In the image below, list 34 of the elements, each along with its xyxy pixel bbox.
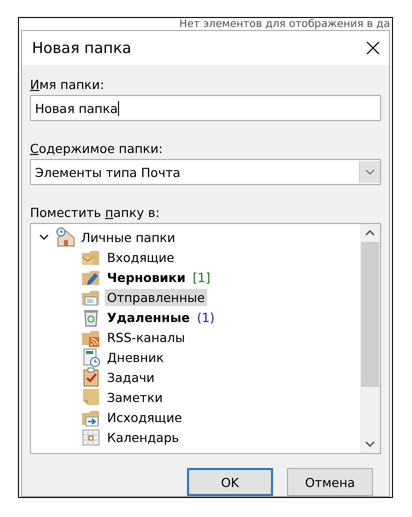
scrollbar[interactable] — [360, 224, 380, 453]
cancel-button[interactable]: Отмена — [287, 468, 373, 496]
folder-item[interactable]: Удаленные — [105, 308, 192, 326]
folder-item[interactable]: Личные папки — [79, 228, 178, 246]
calendar-icon — [81, 427, 101, 447]
folder-name-label: Имя папки: — [30, 77, 106, 92]
folder-item[interactable]: RSS-каналы — [105, 328, 187, 346]
clipboard-check-icon — [81, 367, 101, 387]
folder-item[interactable]: Исходящие — [105, 408, 184, 426]
close-button[interactable] — [365, 40, 381, 56]
folder-item[interactable]: Входящие — [105, 248, 176, 266]
location-label: Поместить папку в: — [30, 205, 161, 220]
chevron-down-icon — [365, 169, 375, 175]
background-text: Нет элементов для отображения в да — [179, 18, 391, 30]
folder-item[interactable]: Календарь — [105, 428, 181, 446]
ok-button[interactable]: OK — [187, 468, 273, 496]
note-icon — [81, 387, 101, 407]
unread-count: (1) — [196, 310, 215, 324]
folder-item[interactable]: Отправленные — [105, 288, 207, 306]
scroll-up-icon[interactable] — [365, 230, 375, 236]
folder-contents-label: Содержимое папки: — [30, 141, 164, 156]
trash-icon — [81, 307, 101, 327]
home-icon — [55, 227, 75, 247]
unread-count: [1] — [192, 270, 210, 284]
folder-item[interactable]: Дневник — [105, 348, 166, 366]
folder-item[interactable]: Заметки — [105, 388, 165, 406]
folder-item[interactable]: Черновики — [105, 268, 188, 286]
folder-name-field[interactable]: Новая папка — [30, 95, 381, 121]
folder-contents-dropdown[interactable]: Элементы типа Почта — [30, 159, 381, 185]
folder-item[interactable]: Задачи — [105, 368, 156, 386]
dialog-title: Новая папка — [32, 39, 132, 57]
journal-clock-icon — [81, 347, 101, 367]
scroll-down-icon[interactable] — [365, 441, 375, 447]
scroll-thumb[interactable] — [361, 242, 379, 387]
